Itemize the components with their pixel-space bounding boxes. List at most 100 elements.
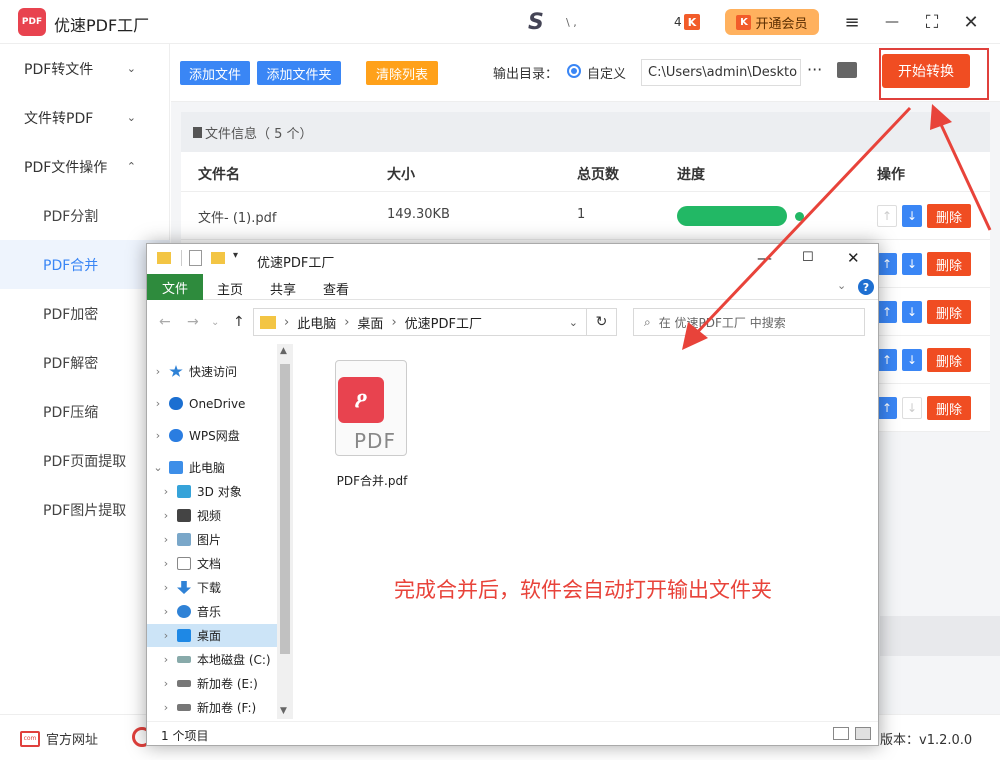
sidebar-item-pdf-to-file[interactable]: PDF转文件 ⌄ <box>0 44 170 93</box>
move-up-button[interactable]: ↑ <box>877 349 897 371</box>
tree-item-this-pc[interactable]: ⌄ 此电脑 <box>151 456 281 479</box>
item-count: 1 个项目 <box>161 729 209 743</box>
properties-icon[interactable] <box>189 250 202 266</box>
delete-button[interactable]: 删除 <box>927 348 971 372</box>
highlight-box <box>879 48 989 100</box>
tree-item-quick-access[interactable]: › 快速访问 <box>151 360 281 383</box>
header-action: 操作 <box>877 167 905 183</box>
tree-item-drive-e[interactable]: › 新加卷 (E:) <box>159 672 289 695</box>
sidebar-item-pdf-page-extract[interactable]: PDF页面提取 <box>0 436 170 485</box>
maximize-icon[interactable]: ☐ <box>802 250 814 265</box>
sidebar-item-pdf-operations[interactable]: PDF文件操作 ⌃ <box>0 142 170 191</box>
forward-icon[interactable]: → <box>187 314 199 330</box>
scrollbar-thumb[interactable] <box>280 364 290 654</box>
tree-item-onedrive[interactable]: › OneDrive <box>151 392 281 415</box>
sidebar-item-file-to-pdf[interactable]: 文件转PDF ⌄ <box>0 93 170 142</box>
back-icon[interactable]: ← <box>159 314 171 330</box>
breadcrumb-this-pc[interactable]: 此电脑 <box>297 313 336 332</box>
vip-icon[interactable]: K <box>684 14 700 30</box>
sidebar-item-pdf-merge[interactable]: PDF合并 <box>0 240 170 289</box>
move-down-button[interactable]: ↓ <box>902 349 922 371</box>
tree-item-label: 桌面 <box>197 629 222 643</box>
chevron-down-icon[interactable]: ⌄ <box>569 316 578 329</box>
move-up-button[interactable]: ↑ <box>877 397 897 419</box>
chevron-down-icon: ⌄ <box>126 111 136 124</box>
tree-item-music[interactable]: › 音乐 <box>159 600 289 623</box>
tree-item-downloads[interactable]: › 下载 <box>159 576 289 599</box>
address-bar[interactable]: › 此电脑 › 桌面 › 优速PDF工厂 ⌄ <box>253 308 587 336</box>
tree-item-drive-f[interactable]: › 新加卷 (F:) <box>159 696 289 719</box>
ribbon-file-tab[interactable]: 文件 <box>147 274 203 300</box>
file-name: 文件- (1).pdf <box>198 211 277 226</box>
sidebar-item-pdf-compress[interactable]: PDF压缩 <box>0 387 170 436</box>
cube-icon <box>177 485 191 498</box>
folder-icon <box>157 252 171 264</box>
sidebar-item-pdf-image-extract[interactable]: PDF图片提取 <box>0 485 170 534</box>
new-folder-icon[interactable] <box>211 252 225 264</box>
tree-item-pictures[interactable]: › 图片 <box>159 528 289 551</box>
help-icon[interactable]: ? <box>858 279 874 295</box>
delete-button[interactable]: 删除 <box>927 396 971 420</box>
maximize-icon[interactable]: ⛶ <box>920 10 944 34</box>
sidebar-item-label: PDF页面提取 <box>43 453 127 470</box>
move-down-button[interactable]: ↓ <box>902 205 922 227</box>
app-title: 优速PDF工厂 <box>54 16 150 35</box>
delete-button[interactable]: 删除 <box>927 204 971 228</box>
film-icon <box>177 509 191 522</box>
sidebar-item-pdf-encrypt[interactable]: PDF加密 <box>0 289 170 338</box>
tree-item-3d[interactable]: › 3D 对象 <box>159 480 289 503</box>
official-site-link[interactable]: com 官方网址 <box>20 729 98 748</box>
breadcrumb-folder[interactable]: 优速PDF工厂 <box>405 313 482 332</box>
close-icon[interactable]: ✕ <box>847 249 860 267</box>
minimize-icon[interactable]: — <box>880 10 904 34</box>
sidebar-item-pdf-split[interactable]: PDF分割 <box>0 191 170 240</box>
breadcrumb-desktop[interactable]: 桌面 <box>357 313 383 332</box>
brand-mark-text: \ , <box>566 16 577 29</box>
ribbon-tab-home[interactable]: 主页 <box>217 279 243 298</box>
ribbon-tab-share[interactable]: 共享 <box>270 279 296 298</box>
download-icon <box>177 581 191 594</box>
sidebar-item-pdf-decrypt[interactable]: PDF解密 <box>0 338 170 387</box>
large-icons-view-icon[interactable] <box>855 727 871 740</box>
tree-item-documents[interactable]: › 文档 <box>159 552 289 575</box>
chevron-down-icon[interactable]: ⌄ <box>837 279 846 292</box>
move-down-button[interactable]: ↓ <box>902 253 922 275</box>
chevron-down-icon[interactable]: ⌄ <box>211 317 219 328</box>
delete-button[interactable]: 删除 <box>927 300 971 324</box>
nav-scrollbar[interactable]: ▲ ▼ <box>277 344 293 719</box>
close-icon[interactable]: ✕ <box>959 10 983 34</box>
move-up-button[interactable]: ↑ <box>877 253 897 275</box>
move-down-button[interactable]: ↓ <box>902 301 922 323</box>
progress-bar <box>677 206 787 226</box>
move-down-button[interactable]: ↓ <box>902 397 922 419</box>
delete-button[interactable]: 删除 <box>927 252 971 276</box>
move-up-button[interactable]: ↑ <box>877 205 897 227</box>
chevron-down-icon[interactable]: ▾ <box>233 250 238 261</box>
tree-item-drive-c[interactable]: › 本地磁盘 (C:) <box>159 648 289 671</box>
file-item-pdf[interactable]: ዖ PDF PDF合并.pdf <box>325 358 419 488</box>
desktop-icon <box>177 629 191 642</box>
move-up-button[interactable]: ↑ <box>877 301 897 323</box>
search-input[interactable]: ⌕ 在 优速PDF工厂 中搜索 <box>633 308 865 336</box>
folder-icon[interactable] <box>837 62 857 78</box>
menu-icon[interactable]: ≡ <box>840 10 864 34</box>
up-icon[interactable]: ↑ <box>233 314 245 330</box>
add-file-button[interactable]: 添加文件 <box>180 61 250 85</box>
vip-button[interactable]: K 开通会员 <box>725 9 819 35</box>
explorer-window: ▾ 优速PDF工厂 — ☐ ✕ 文件 主页 共享 查看 ⌄ ? ← → ⌄ ↑ … <box>146 243 879 746</box>
tree-item-wps[interactable]: › WPS网盘 <box>151 424 281 447</box>
minimize-icon[interactable]: — <box>757 249 772 267</box>
sidebar-item-label: PDF图片提取 <box>43 502 127 519</box>
custom-radio[interactable] <box>567 64 581 78</box>
more-icon[interactable]: ··· <box>807 60 822 79</box>
details-view-icon[interactable] <box>833 727 849 740</box>
output-path-field[interactable]: C:\Users\admin\Deskto <box>641 59 801 86</box>
tree-item-videos[interactable]: › 视频 <box>159 504 289 527</box>
pdf-app-icon: ዖ <box>338 377 384 423</box>
add-folder-button[interactable]: 添加文件夹 <box>257 61 341 85</box>
tree-item-desktop[interactable]: › 桌面 <box>147 624 277 647</box>
ribbon-tab-view[interactable]: 查看 <box>323 279 349 298</box>
explorer-title-bar: ▾ 优速PDF工厂 — ☐ ✕ <box>147 244 878 274</box>
refresh-icon[interactable]: ↻ <box>587 308 617 336</box>
clear-list-button[interactable]: 清除列表 <box>366 61 438 85</box>
